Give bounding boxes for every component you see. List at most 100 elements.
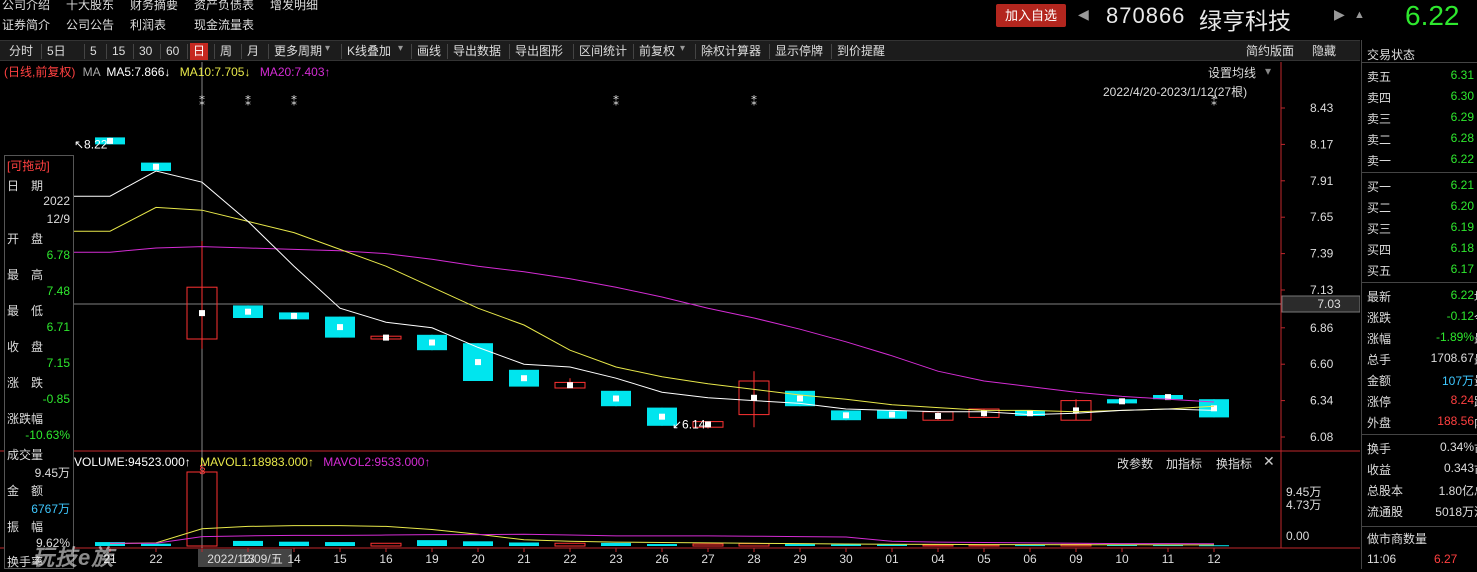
quote-label: 卖四 xyxy=(1367,91,1392,105)
quote-row: 买三 6.19 xyxy=(1367,220,1477,238)
set-ma-button[interactable]: 设置均线 xyxy=(1208,64,1256,81)
top-menu-item[interactable]: 现金流量表 xyxy=(194,16,254,33)
quote-row: 卖一 6.22 xyxy=(1367,152,1477,170)
event-star: ⁑ xyxy=(245,95,251,109)
x-tick-label: 26 xyxy=(655,552,669,566)
toolbar-divider xyxy=(411,44,412,59)
period-tab[interactable]: 更多周期 xyxy=(271,43,325,60)
quote-label: 总手 xyxy=(1367,353,1392,367)
alert-icon[interactable]: ▲ xyxy=(1354,9,1365,21)
current-price-tag-label: 7.03 xyxy=(1317,297,1341,311)
top-menu-item[interactable]: 十大股东 xyxy=(66,0,114,13)
period-tab[interactable]: 到价提醒 xyxy=(834,43,888,60)
x-tick-label: 28 xyxy=(747,552,761,566)
volume-bar xyxy=(325,542,355,546)
ma20-arrow: ↑ xyxy=(324,65,331,79)
x-tick-label: 23 xyxy=(609,552,623,566)
period-tab[interactable]: 前复权 xyxy=(636,43,678,60)
x-tick-label: 10 xyxy=(1115,552,1129,566)
toolbar-divider xyxy=(769,44,770,59)
volume-bar xyxy=(141,543,171,546)
period-tab[interactable]: 显示停牌 xyxy=(772,43,826,60)
period-tab[interactable]: 分时 xyxy=(6,43,36,60)
ma5-value: MA5:7.866 xyxy=(106,65,165,79)
x-tick-label: 15 xyxy=(333,552,347,566)
period-tab[interactable]: 日 xyxy=(190,43,209,60)
volume-bar xyxy=(463,541,493,546)
period-tab[interactable]: 月 xyxy=(244,43,262,60)
panel-divider xyxy=(1362,526,1477,527)
candle-marker xyxy=(1119,398,1125,405)
period-tab[interactable]: 导出数据 xyxy=(450,43,504,60)
top-menu-item[interactable]: 公司公告 xyxy=(66,16,114,33)
volume-bar xyxy=(647,544,677,546)
top-menu-item[interactable]: 增发明细 xyxy=(270,0,318,13)
period-tab[interactable]: 30 xyxy=(136,43,155,60)
candle-marker xyxy=(889,411,895,418)
toolbar-divider xyxy=(84,44,85,59)
bar-info-panel[interactable]: [可拖动] 日 期 2022 12/9 开 盘 6.78 最 高 7.48 最 … xyxy=(4,155,74,569)
top-menu-item[interactable]: 资产负债表 xyxy=(194,0,254,13)
toolbar-divider xyxy=(106,44,107,59)
price-tick-label: 8.43 xyxy=(1310,101,1334,115)
drag-hint[interactable]: [可拖动] xyxy=(7,157,50,174)
simple-layout-button[interactable]: 简约版面 xyxy=(1246,42,1294,59)
price-tick-label: 7.65 xyxy=(1310,210,1334,224)
period-tab[interactable]: 5日 xyxy=(44,43,69,60)
period-tab[interactable]: 周 xyxy=(217,43,235,60)
dropdown-icon[interactable]: ▾ xyxy=(398,43,403,54)
x-tick-label: 04 xyxy=(931,552,945,566)
event-star: ⁑ xyxy=(751,95,757,109)
next-stock-icon[interactable]: ▶ xyxy=(1334,6,1345,23)
quote-label: 买四 xyxy=(1367,243,1392,257)
quote-label: 买二 xyxy=(1367,201,1392,215)
top-menu-item[interactable]: 利润表 xyxy=(130,16,166,33)
close-label: 收 盘 xyxy=(7,340,44,354)
quote-value: 107万 xyxy=(1441,374,1474,388)
open-value: 6.78 xyxy=(46,248,70,262)
add-watchlist-button[interactable]: 加入自选 xyxy=(996,4,1066,27)
edit-params-button[interactable]: 改参数 xyxy=(1117,455,1153,472)
period-tab[interactable]: 60 xyxy=(163,43,182,60)
candle-marker xyxy=(705,421,711,428)
quote-value: 6.30 xyxy=(1450,89,1474,103)
mavol1-arrow: ↑ xyxy=(307,455,314,469)
period-tab[interactable]: 画线 xyxy=(414,43,444,60)
x-tick-label: 29 xyxy=(793,552,807,566)
top-menu-item[interactable]: 证券简介 xyxy=(2,16,50,33)
add-indicator-button[interactable]: 加指标 xyxy=(1166,455,1202,472)
volume-tick-label: 4.73万 xyxy=(1286,498,1321,512)
top-menu-item[interactable]: 公司介绍 xyxy=(2,0,50,13)
prev-stock-icon[interactable]: ◀ xyxy=(1078,6,1089,23)
candle-marker xyxy=(567,382,573,389)
volume-value: VOLUME:94523.000 xyxy=(74,455,185,469)
quote-label: 总股本 xyxy=(1367,484,1404,498)
candle-marker xyxy=(337,324,343,331)
quote-row: 买二 6.20 xyxy=(1367,199,1477,217)
period-tab[interactable]: 15 xyxy=(109,43,128,60)
quote-label: 卖二 xyxy=(1367,133,1392,147)
period-tab[interactable]: 区间统计 xyxy=(576,43,630,60)
quote-label: 最新 xyxy=(1367,290,1392,304)
open-label: 开 盘 xyxy=(7,232,44,246)
change-indicator-button[interactable]: 换指标 xyxy=(1216,455,1252,472)
dropdown-icon[interactable]: ▾ xyxy=(680,43,685,54)
stock-price: 6.22 xyxy=(1405,0,1460,31)
kline-chart[interactable]: 8.43 8.17 7.91 7.65 7.39 7.13 6.86 6.60 6.34 6.08… xyxy=(0,62,1360,569)
period-tab[interactable]: K线叠加 xyxy=(344,43,394,60)
x-tick-label: 22 xyxy=(149,552,163,566)
set-ma-dropdown-icon[interactable]: ▾ xyxy=(1265,64,1271,78)
quote-row: 金额107万量 xyxy=(1367,372,1477,390)
close-indicator-icon[interactable]: ✕ xyxy=(1263,453,1275,470)
x-tick-label: 05 xyxy=(977,552,991,566)
date-md: 12/9 xyxy=(46,212,70,226)
low-label: 最 低 xyxy=(7,304,44,318)
price-tick-label: 7.13 xyxy=(1310,283,1334,297)
top-menu-item[interactable]: 财务摘要 xyxy=(130,0,178,13)
period-tab[interactable]: 除权计算器 xyxy=(698,43,764,60)
dropdown-icon[interactable]: ▾ xyxy=(325,43,330,54)
period-tab[interactable]: 导出图形 xyxy=(512,43,566,60)
ma-legend: (日线,前复权) MA MA5:7.866↓ MA10:7.705↓ MA20:… xyxy=(4,63,331,80)
hide-button[interactable]: 隐藏 xyxy=(1312,42,1336,59)
period-tab[interactable]: 5 xyxy=(87,43,100,60)
